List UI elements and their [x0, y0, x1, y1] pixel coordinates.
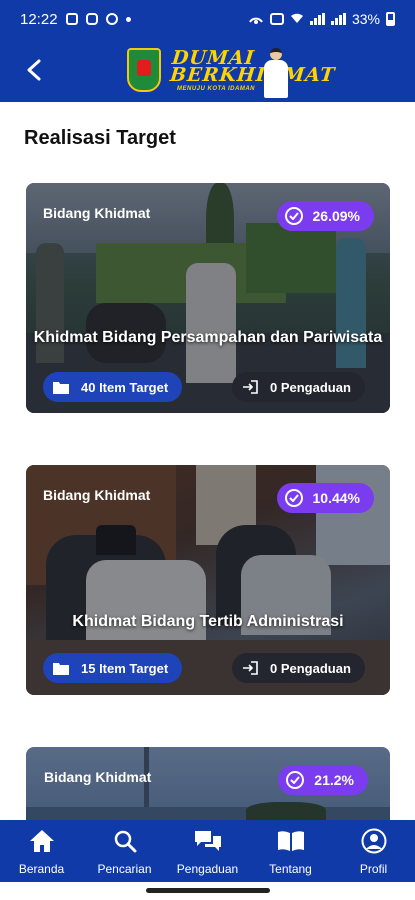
card-title: Khidmat Bidang Tertib Administrasi [72, 613, 344, 630]
progress-badge: 21.2% [278, 765, 368, 795]
progress-percent: 26.09% [312, 208, 360, 224]
complaint-pill[interactable]: 0 Pengaduan [232, 653, 365, 683]
nav-item-pencarian[interactable]: Pencarian [83, 820, 166, 882]
complaint-count: 0 Pengaduan [270, 660, 351, 676]
app-header: DUMAI BERKHIDMAT MENUJU KOTA IDAMAN [0, 38, 415, 102]
check-circle-icon [286, 771, 305, 789]
progress-badge: 26.09% [276, 201, 374, 231]
item-target-pill[interactable]: 40 Item Target [43, 372, 183, 402]
dumai-berkhidmat-logo: DUMAI BERKHIDMAT MENUJU KOTA IDAMAN [127, 46, 336, 98]
city-crest-icon [127, 48, 161, 92]
home-gesture-bar[interactable] [146, 888, 270, 893]
logo-title: DUMAI BERKHIDMAT [169, 47, 337, 86]
system-gesture-area [0, 882, 415, 900]
card-title: Khidmat Bidang Persampahan dan Pariwisat… [33, 329, 383, 346]
progress-percent: 21.2% [314, 772, 354, 788]
target-card[interactable]: Bidang Khidmat 26.09% Khidmat Bidang Per… [26, 183, 390, 413]
folder-icon [53, 381, 69, 394]
book-icon [277, 828, 305, 854]
nav-label: Profil [359, 862, 388, 876]
page-title: Realisasi Target [24, 127, 176, 149]
instagram-notification-icon [85, 13, 98, 25]
progress-percent: 10.44% [312, 490, 360, 506]
nav-item-profil[interactable]: Profil [332, 820, 415, 882]
card-category-label: Bidang Khidmat [43, 205, 151, 221]
gallery-notification-icon [65, 13, 78, 25]
wifi-icon [290, 11, 304, 27]
signal-icon [309, 13, 325, 25]
nav-item-tentang[interactable]: Tentang [249, 820, 332, 882]
mayor-figure-image [261, 46, 291, 98]
nav-label: Pengaduan [176, 862, 239, 876]
home-icon [29, 828, 55, 854]
item-target-count: 15 Item Target [81, 660, 169, 676]
check-circle-icon [284, 207, 303, 225]
card-category-label: Bidang Khidmat [43, 487, 151, 503]
nav-label: Tentang [269, 862, 312, 876]
more-notifications-icon [125, 16, 131, 22]
nav-item-beranda[interactable]: Beranda [0, 820, 83, 882]
chevron-left-icon [27, 59, 41, 81]
logo-subtitle: MENUJU KOTA IDAMAN [177, 86, 255, 92]
folder-icon [53, 662, 69, 675]
check-circle-icon [284, 489, 303, 507]
signal-2-icon [330, 13, 346, 25]
hotspot-icon [248, 11, 264, 27]
whatsapp-notification-icon [105, 13, 118, 25]
search-icon [113, 828, 137, 854]
complaint-count: 0 Pengaduan [270, 379, 351, 395]
login-icon [243, 661, 258, 675]
complaint-pill[interactable]: 0 Pengaduan [232, 372, 365, 402]
login-icon [243, 380, 258, 394]
status-time: 12:22 [20, 10, 58, 28]
card-category-label: Bidang Khidmat [44, 769, 152, 785]
back-button[interactable] [20, 56, 48, 84]
status-bar: 12:22 33% [0, 0, 415, 38]
battery-icon [386, 12, 395, 26]
user-icon [361, 828, 387, 854]
item-target-pill[interactable]: 15 Item Target [43, 653, 183, 683]
nav-label: Beranda [18, 862, 65, 876]
bottom-navigation: Beranda Pencarian Pengaduan Tentang Prof… [0, 820, 415, 882]
volte-icon [269, 13, 284, 25]
target-card[interactable]: Bidang Khidmat 10.44% Khidmat Bidang Ter… [26, 465, 390, 695]
progress-badge: 10.44% [276, 483, 374, 513]
battery-percent: 33% [351, 11, 380, 27]
chat-icon [194, 828, 222, 854]
item-target-count: 40 Item Target [81, 379, 169, 395]
nav-label: Pencarian [97, 862, 152, 876]
nav-item-pengaduan[interactable]: Pengaduan [166, 820, 249, 882]
